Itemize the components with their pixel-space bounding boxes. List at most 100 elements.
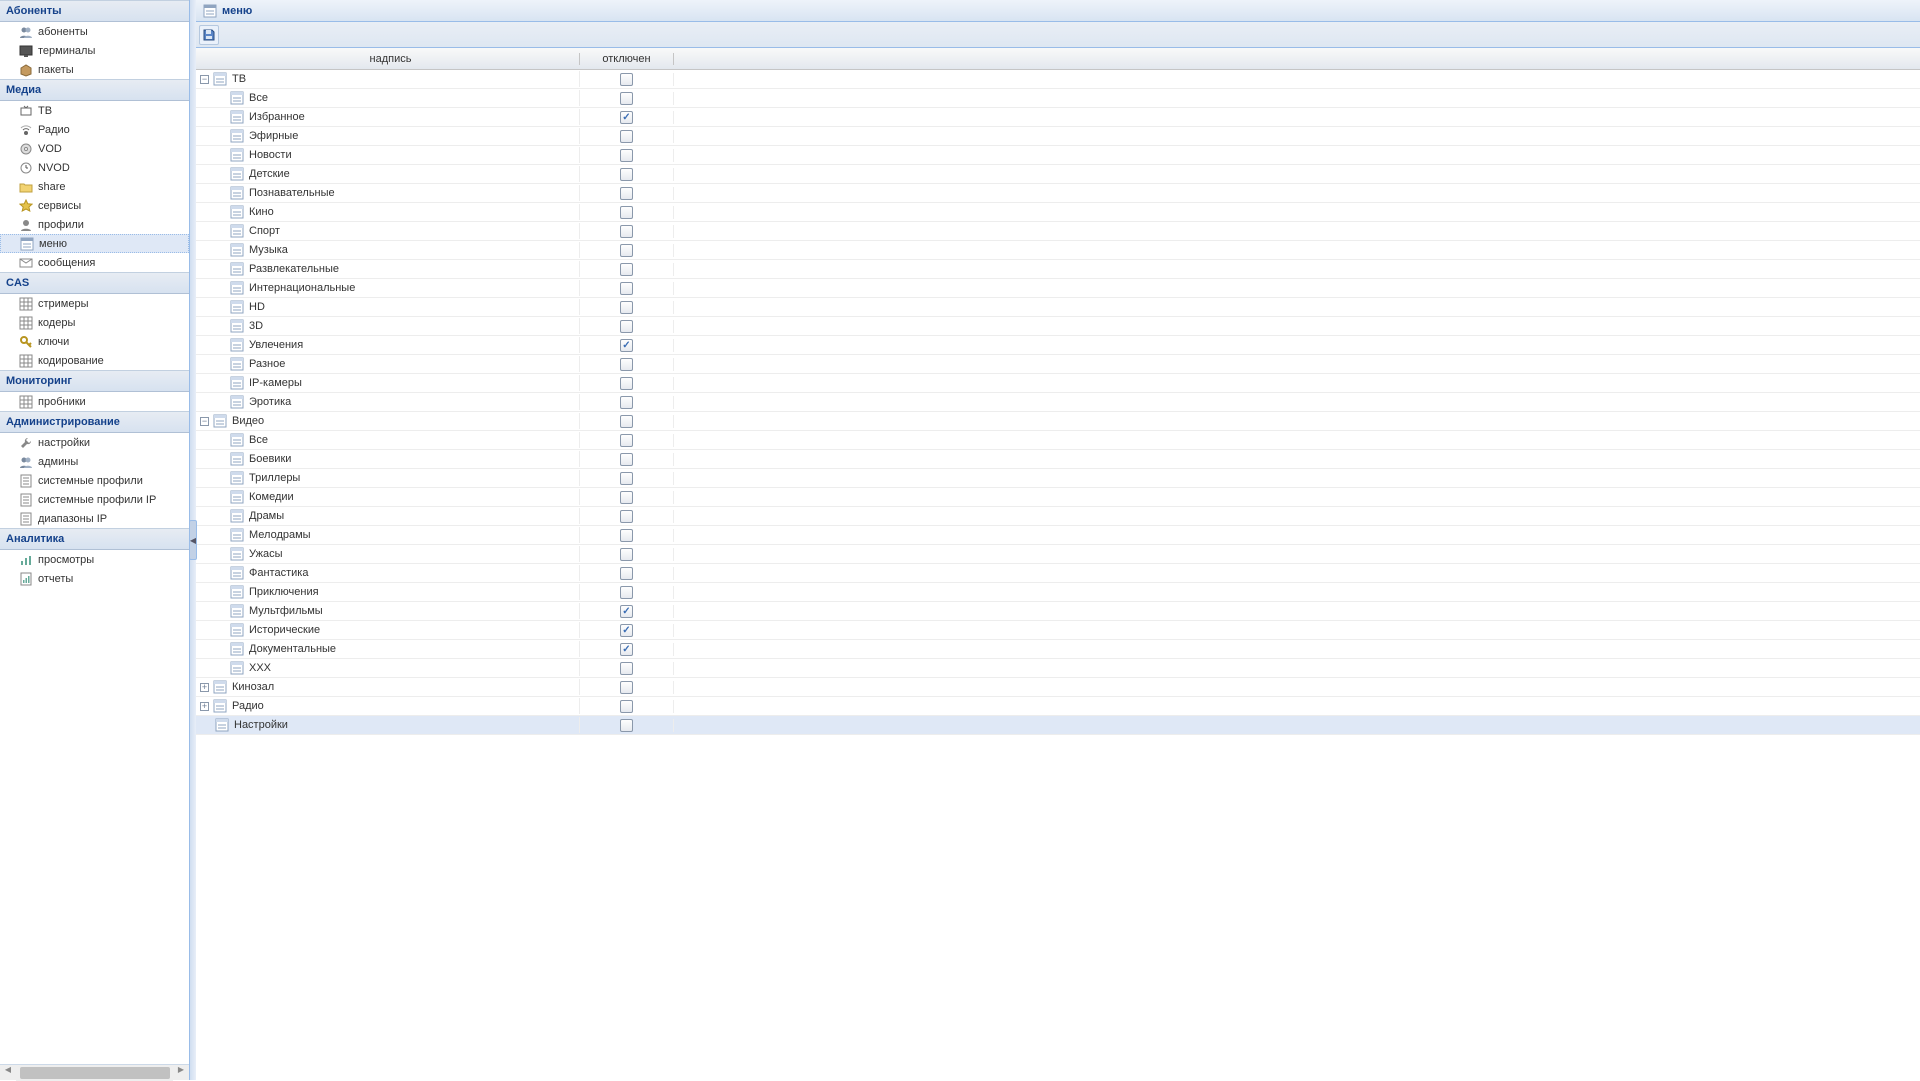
disabled-checkbox[interactable]: [620, 149, 633, 162]
tree-row[interactable]: Боевики: [196, 450, 1920, 469]
scroll-left-icon[interactable]: ◀: [0, 1065, 16, 1081]
sidebar-item-streamers[interactable]: стримеры: [0, 294, 189, 313]
tree-row[interactable]: +Радио: [196, 697, 1920, 716]
sidebar-item-settings[interactable]: настройки: [0, 433, 189, 452]
disabled-checkbox[interactable]: [620, 168, 633, 181]
disabled-checkbox[interactable]: [620, 111, 633, 124]
disabled-checkbox[interactable]: [620, 415, 633, 428]
disabled-checkbox[interactable]: [620, 92, 633, 105]
disabled-checkbox[interactable]: [620, 377, 633, 390]
scroll-thumb[interactable]: [20, 1067, 170, 1079]
tree-row[interactable]: Мелодрамы: [196, 526, 1920, 545]
tree-row[interactable]: Приключения: [196, 583, 1920, 602]
sidebar-item-probes[interactable]: пробники: [0, 392, 189, 411]
collapse-icon[interactable]: −: [200, 417, 209, 426]
tree-row[interactable]: +Кинозал: [196, 678, 1920, 697]
tree-row[interactable]: Разное: [196, 355, 1920, 374]
sidebar-item-sysprofiles[interactable]: системные профили: [0, 471, 189, 490]
tree-row[interactable]: Спорт: [196, 222, 1920, 241]
tree-row[interactable]: XXX: [196, 659, 1920, 678]
sidebar-item-nvod[interactable]: NVOD: [0, 158, 189, 177]
disabled-checkbox[interactable]: [620, 206, 633, 219]
disabled-checkbox[interactable]: [620, 130, 633, 143]
sidebar-item-views[interactable]: просмотры: [0, 550, 189, 569]
sidebar-item-vod[interactable]: VOD: [0, 139, 189, 158]
tree-row[interactable]: Детские: [196, 165, 1920, 184]
disabled-checkbox[interactable]: [620, 491, 633, 504]
disabled-checkbox[interactable]: [620, 453, 633, 466]
tree-row[interactable]: −Видео: [196, 412, 1920, 431]
disabled-checkbox[interactable]: [620, 472, 633, 485]
tree-row[interactable]: Настройки: [196, 716, 1920, 735]
collapse-icon[interactable]: −: [200, 75, 209, 84]
disabled-checkbox[interactable]: [620, 301, 633, 314]
disabled-checkbox[interactable]: [620, 548, 633, 561]
disabled-checkbox[interactable]: [620, 225, 633, 238]
sidebar-item-ipranges[interactable]: диапазоны IP: [0, 509, 189, 528]
tree-row[interactable]: Эротика: [196, 393, 1920, 412]
disabled-checkbox[interactable]: [620, 282, 633, 295]
group-header[interactable]: Администрирование: [0, 411, 189, 433]
expand-icon[interactable]: +: [200, 683, 209, 692]
disabled-checkbox[interactable]: [620, 643, 633, 656]
sidebar-item-keys[interactable]: ключи: [0, 332, 189, 351]
disabled-checkbox[interactable]: [620, 339, 633, 352]
disabled-checkbox[interactable]: [620, 624, 633, 637]
group-header[interactable]: CAS: [0, 272, 189, 294]
disabled-checkbox[interactable]: [620, 700, 633, 713]
sidebar-item-tv[interactable]: ТВ: [0, 101, 189, 120]
tree-row[interactable]: Триллеры: [196, 469, 1920, 488]
sidebar-item-profiles[interactable]: профили: [0, 215, 189, 234]
column-header-disabled[interactable]: отключен: [580, 53, 674, 65]
tree-row[interactable]: Эфирные: [196, 127, 1920, 146]
group-header[interactable]: Абоненты: [0, 0, 189, 22]
disabled-checkbox[interactable]: [620, 529, 633, 542]
tree-row[interactable]: Фантастика: [196, 564, 1920, 583]
sidebar-item-services[interactable]: сервисы: [0, 196, 189, 215]
tree-row[interactable]: Интернациональные: [196, 279, 1920, 298]
sidebar-item-share[interactable]: share: [0, 177, 189, 196]
group-header[interactable]: Аналитика: [0, 528, 189, 550]
disabled-checkbox[interactable]: [620, 358, 633, 371]
disabled-checkbox[interactable]: [620, 567, 633, 580]
sidebar-item-reports[interactable]: отчеты: [0, 569, 189, 588]
disabled-checkbox[interactable]: [620, 187, 633, 200]
disabled-checkbox[interactable]: [620, 586, 633, 599]
tree-row[interactable]: Все: [196, 89, 1920, 108]
tree-row[interactable]: Драмы: [196, 507, 1920, 526]
sidebar-item-admins[interactable]: админы: [0, 452, 189, 471]
scroll-right-icon[interactable]: ▶: [173, 1065, 189, 1081]
sidebar-item-sysprofilesip[interactable]: системные профили IP: [0, 490, 189, 509]
sidebar-item-packages[interactable]: пакеты: [0, 60, 189, 79]
sidebar-item-messages[interactable]: сообщения: [0, 253, 189, 272]
expand-icon[interactable]: +: [200, 702, 209, 711]
tree-row[interactable]: −ТВ: [196, 70, 1920, 89]
tree-row[interactable]: Комедии: [196, 488, 1920, 507]
sidebar-item-menu[interactable]: меню: [0, 234, 189, 253]
sidebar-item-coders[interactable]: кодеры: [0, 313, 189, 332]
disabled-checkbox[interactable]: [620, 719, 633, 732]
save-button[interactable]: [199, 25, 219, 45]
sidebar-item-subscribers[interactable]: абоненты: [0, 22, 189, 41]
disabled-checkbox[interactable]: [620, 263, 633, 276]
group-header[interactable]: Мониторинг: [0, 370, 189, 392]
sidebar-item-terminals[interactable]: терминалы: [0, 41, 189, 60]
tree-row[interactable]: 3D: [196, 317, 1920, 336]
disabled-checkbox[interactable]: [620, 434, 633, 447]
disabled-checkbox[interactable]: [620, 396, 633, 409]
disabled-checkbox[interactable]: [620, 681, 633, 694]
tree-row[interactable]: Познавательные: [196, 184, 1920, 203]
tree-row[interactable]: Новости: [196, 146, 1920, 165]
sidebar-item-encoding[interactable]: кодирование: [0, 351, 189, 370]
disabled-checkbox[interactable]: [620, 244, 633, 257]
tree-row[interactable]: HD: [196, 298, 1920, 317]
tree-row[interactable]: Музыка: [196, 241, 1920, 260]
splitter[interactable]: ◀: [190, 0, 196, 1080]
tree-row[interactable]: Все: [196, 431, 1920, 450]
tree-row[interactable]: Развлекательные: [196, 260, 1920, 279]
tree-row[interactable]: Мультфильмы: [196, 602, 1920, 621]
tree-row[interactable]: Исторические: [196, 621, 1920, 640]
disabled-checkbox[interactable]: [620, 510, 633, 523]
column-header-label[interactable]: надпись: [196, 53, 580, 65]
tree-row[interactable]: Документальные: [196, 640, 1920, 659]
